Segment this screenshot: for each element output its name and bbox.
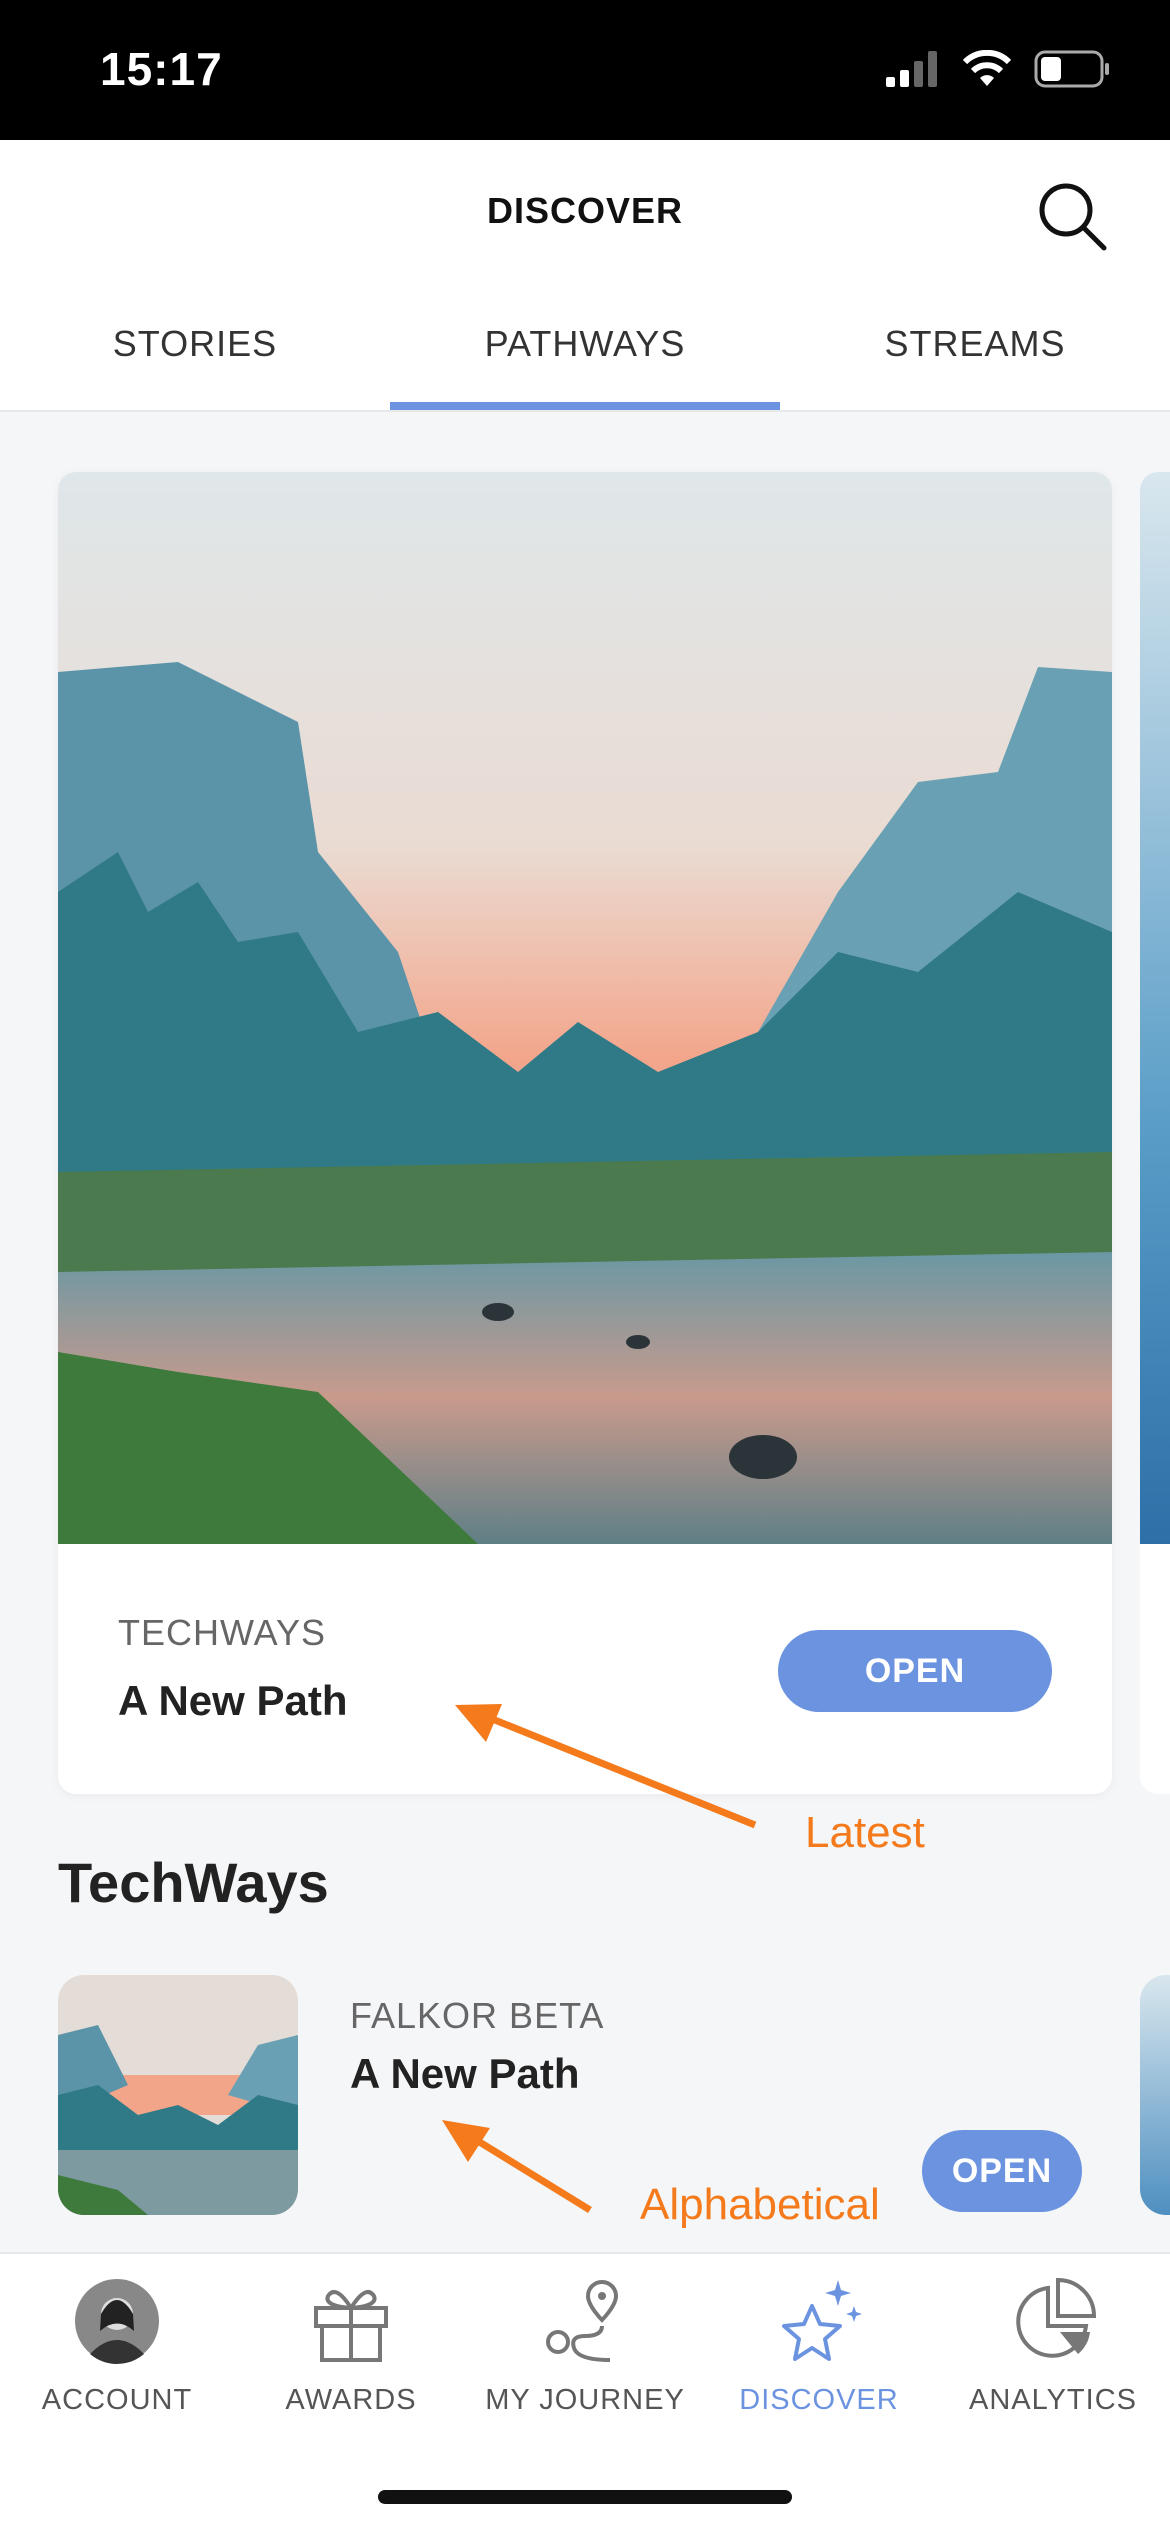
app-header: DISCOVER STORIES PATHWAYS STREAMS xyxy=(0,140,1170,412)
annotation-arrow-latest xyxy=(455,1704,757,1829)
item-thumbnail xyxy=(58,1975,298,2215)
annotation-latest: Latest xyxy=(805,1808,925,1857)
avatar-icon xyxy=(75,2279,159,2364)
status-bar: 15:17 xyxy=(0,0,1170,140)
item-open-button[interactable]: OPEN xyxy=(922,2130,1082,2212)
nav-analytics[interactable]: ANALYTICS xyxy=(936,2254,1170,2417)
gift-icon xyxy=(314,2290,388,2362)
section-title: TechWays xyxy=(58,1851,329,1914)
nav-awards[interactable]: AWARDS xyxy=(234,2254,468,2417)
nav-discover-label: DISCOVER xyxy=(739,2384,899,2416)
next-item-peek[interactable] xyxy=(1140,1975,1170,2215)
nav-analytics-label: ANALYTICS xyxy=(968,2384,1137,2416)
wifi-icon xyxy=(962,50,1012,86)
tab-stories[interactable]: STORIES xyxy=(0,315,390,410)
status-icons xyxy=(886,50,1110,88)
battery-icon xyxy=(1034,50,1109,88)
search-icon[interactable] xyxy=(1034,178,1110,254)
annotation-arrow-alphabetical xyxy=(442,2120,592,2213)
nav-my-journey[interactable]: MY JOURNEY xyxy=(468,2254,702,2417)
annotation-alphabetical: Alphabetical xyxy=(640,2180,880,2229)
route-icon xyxy=(546,2279,619,2362)
sparkle-star-icon xyxy=(782,2280,862,2361)
card-title: A New Path xyxy=(118,1677,348,1724)
featured-pathway-card[interactable]: TECHWAYS A New Path OPEN xyxy=(58,472,1112,1794)
nav-my-journey-label: MY JOURNEY xyxy=(485,2384,685,2416)
tab-streams[interactable]: STREAMS xyxy=(780,315,1170,410)
page-title: DISCOVER xyxy=(486,190,684,231)
featured-open-button[interactable]: OPEN xyxy=(778,1630,1052,1712)
nav-discover[interactable]: DISCOVER xyxy=(702,2254,936,2417)
status-time: 15:17 xyxy=(100,43,223,95)
home-indicator[interactable] xyxy=(378,2490,792,2504)
signal-icon xyxy=(886,51,937,87)
card-landscape-image xyxy=(58,472,1112,1544)
tab-pathways[interactable]: PATHWAYS xyxy=(390,315,780,410)
next-card-peek[interactable] xyxy=(1140,472,1170,1794)
next-card-image xyxy=(1140,472,1170,1544)
item-title: A New Path xyxy=(350,2050,580,2097)
nav-account[interactable]: ACCOUNT xyxy=(0,2254,234,2417)
nav-awards-label: AWARDS xyxy=(285,2384,417,2416)
item-category: FALKOR BETA xyxy=(350,1995,605,2036)
pie-chart-icon xyxy=(1016,2277,1097,2358)
nav-account-label: ACCOUNT xyxy=(41,2384,193,2416)
tab-bar: STORIES PATHWAYS STREAMS xyxy=(0,315,1170,410)
card-category: TECHWAYS xyxy=(118,1612,327,1653)
